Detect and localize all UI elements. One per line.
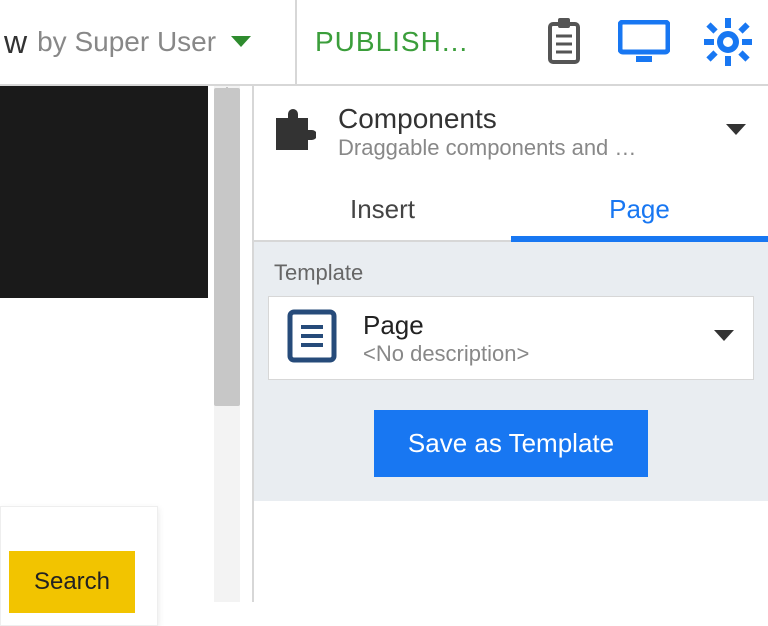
top-bar-actions: PUBLISH... (297, 0, 768, 84)
owner-prefix: w (4, 24, 27, 61)
screen-icon[interactable] (618, 20, 670, 64)
template-selector[interactable]: Page <No description> (268, 296, 754, 380)
page-owner-dropdown[interactable]: w by Super User (0, 0, 297, 84)
gear-icon[interactable] (704, 18, 752, 66)
caret-down-icon (724, 122, 748, 143)
preview-column: Search (0, 86, 252, 602)
clipboard-icon[interactable] (544, 18, 584, 66)
tab-insert-label: Insert (350, 194, 415, 225)
tab-page[interactable]: Page (511, 178, 768, 240)
tab-page-label: Page (609, 194, 670, 225)
components-panel: Components Draggable components and p...… (252, 86, 768, 602)
components-title: Components (338, 103, 638, 135)
puzzle-icon (268, 106, 316, 159)
components-subtitle: Draggable components and p... (338, 135, 638, 161)
page-icon (287, 309, 337, 368)
template-section-label: Template (268, 260, 754, 286)
save-as-template-label: Save as Template (408, 428, 614, 458)
scroll-thumb[interactable] (214, 88, 240, 406)
template-description: <No description> (363, 341, 529, 367)
search-card: Search (0, 506, 158, 626)
search-button[interactable]: Search (9, 551, 135, 613)
save-as-template-button[interactable]: Save as Template (374, 410, 648, 477)
caret-down-icon (230, 35, 252, 49)
template-name: Page (363, 310, 529, 341)
tab-insert[interactable]: Insert (254, 178, 511, 240)
publish-button[interactable]: PUBLISH... (315, 26, 468, 58)
components-header[interactable]: Components Draggable components and p... (254, 86, 768, 178)
scrollbar[interactable] (214, 86, 240, 602)
owner-label: by Super User (37, 26, 216, 58)
tabs: Insert Page (254, 178, 768, 242)
caret-down-icon (713, 329, 735, 348)
search-button-label: Search (34, 568, 110, 596)
page-preview[interactable] (0, 86, 208, 298)
page-tab-body: Template Page <No description> Save as T… (254, 242, 768, 501)
top-bar: w by Super User PUBLISH... (0, 0, 768, 86)
